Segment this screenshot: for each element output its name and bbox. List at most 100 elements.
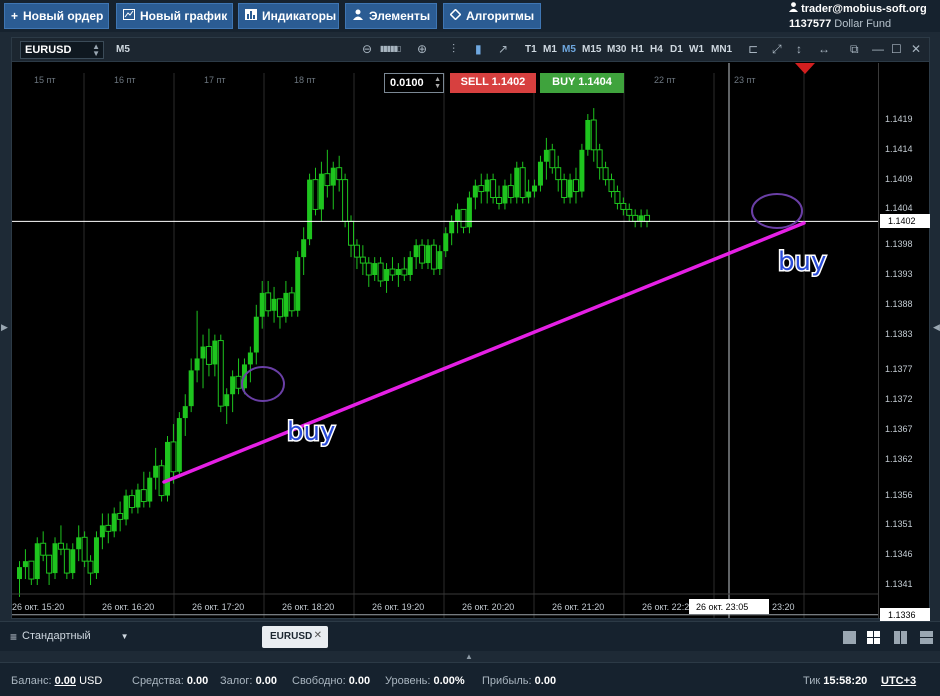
- tab-eurusd[interactable]: EURUSD ✕: [262, 626, 328, 648]
- candle: [389, 257, 396, 281]
- timeframe-label: M5: [116, 44, 130, 55]
- maximize-icon[interactable]: ☐: [891, 42, 902, 56]
- candle: [235, 358, 242, 395]
- indicator-settings-icon[interactable]: ⊏: [748, 42, 758, 56]
- timeframe-mn1[interactable]: MN1: [711, 44, 732, 55]
- timeframe-m30[interactable]: M30: [607, 44, 626, 55]
- timeframe-m1[interactable]: M1: [543, 44, 557, 55]
- candle: [365, 257, 372, 287]
- algorithms-button[interactable]: Алгоритмы: [443, 3, 541, 29]
- highlight-circle: [751, 193, 803, 229]
- layout-grid-icon[interactable]: [867, 631, 880, 644]
- sell-button[interactable]: SELL 1.1402: [450, 73, 536, 93]
- candle-body: [466, 197, 472, 228]
- close-tab-icon[interactable]: ✕: [314, 630, 322, 641]
- candle: [52, 537, 58, 580]
- collapse-panel-icon[interactable]: ▲: [465, 652, 475, 661]
- price-chart[interactable]: 15 пт 16 пт 17 пт 18 пт 22 пт 23 пт buy buy 26 о…: [12, 63, 878, 618]
- candle-body: [567, 179, 573, 198]
- candle-body: [472, 185, 478, 198]
- candle: [425, 239, 431, 270]
- candle-body: [507, 185, 514, 198]
- timeframe-h4[interactable]: H4: [650, 44, 663, 55]
- candle: [81, 531, 88, 568]
- layout-columns-icon[interactable]: [894, 631, 907, 644]
- price-axis[interactable]: 1.1419 1.1414 1.1409 1.1404 1.1398 1.1393 1.13…: [878, 63, 930, 622]
- left-panel-toggle-icon[interactable]: ▶: [1, 322, 8, 333]
- candle-body: [301, 239, 307, 258]
- timeframe-d1[interactable]: D1: [670, 44, 683, 55]
- candle: [372, 257, 378, 281]
- candle: [490, 173, 497, 204]
- candle: [170, 424, 177, 484]
- elements-button[interactable]: Элементы: [345, 3, 437, 29]
- lot-size-input[interactable]: 0.0100 ▲ ▼: [384, 73, 444, 93]
- new-chart-button[interactable]: Новый график: [116, 3, 233, 29]
- bar-type-icon[interactable]: ⫶: [452, 42, 455, 57]
- candlestick-type-icon[interactable]: ▮: [475, 42, 482, 56]
- candle: [288, 286, 295, 317]
- candle: [384, 263, 390, 293]
- zoom-out-icon[interactable]: ⊖: [362, 42, 372, 56]
- candle: [519, 161, 526, 204]
- timeframe-w1[interactable]: W1: [689, 44, 704, 55]
- time-label: 26 окт. 18:20: [282, 602, 334, 612]
- candle: [312, 167, 319, 216]
- minimize-icon[interactable]: —: [872, 42, 884, 56]
- candle-body: [455, 209, 461, 222]
- chevron-down-icon: ▼: [120, 632, 129, 641]
- timezone-select[interactable]: UTC+3: [881, 675, 916, 687]
- candle-body: [437, 251, 443, 270]
- vertical-scale-icon[interactable]: ↕: [796, 42, 802, 56]
- line-type-icon[interactable]: ↗: [498, 42, 508, 56]
- candle: [585, 114, 591, 156]
- free-margin-value: 0.00: [348, 675, 371, 687]
- layout-single-icon[interactable]: [843, 631, 856, 644]
- buy-button[interactable]: BUY 1.1404: [540, 73, 624, 93]
- timeframe-t1[interactable]: T1: [525, 44, 537, 55]
- sell-price: 1.1402: [491, 76, 526, 88]
- candle-body: [496, 197, 503, 204]
- candle-body: [194, 358, 200, 371]
- candle-body: [22, 561, 28, 568]
- new-order-button[interactable]: + Новый ордер: [4, 3, 109, 29]
- price-label: 1.1372: [885, 394, 913, 405]
- candle-body: [128, 495, 135, 509]
- candle-body: [111, 513, 117, 532]
- price-label: 1.1362: [885, 453, 913, 464]
- indicators-label: Индикаторы: [262, 9, 337, 23]
- zoom-in-icon[interactable]: ⊕: [417, 42, 427, 56]
- day-label: 18 пт: [294, 75, 316, 85]
- layout-rows-icon[interactable]: [920, 631, 933, 644]
- indicators-button[interactable]: Индикаторы: [238, 3, 339, 29]
- symbol-select[interactable]: EURUSD ▲ ▼: [20, 41, 104, 59]
- horizontal-scale-icon[interactable]: ↔: [818, 42, 830, 56]
- candle: [638, 209, 644, 228]
- candle-body: [585, 120, 591, 150]
- template-select[interactable]: Стандартный ▼: [22, 630, 129, 642]
- candle: [626, 203, 633, 222]
- detach-window-icon[interactable]: ⧉: [850, 42, 859, 57]
- candle: [324, 149, 331, 198]
- margin-level-value: 0.00%: [433, 675, 465, 687]
- fit-chart-icon[interactable]: ⤢: [772, 42, 782, 57]
- timeframe-h1[interactable]: H1: [631, 44, 644, 55]
- account-info[interactable]: trader@mobius-soft.org 1137577 Dollar Fu…: [789, 2, 934, 30]
- fund-name: Dollar Fund: [834, 18, 892, 30]
- zoom-slider[interactable]: ▮▮▮▮▮▯: [380, 44, 401, 53]
- candle: [377, 257, 384, 287]
- close-icon[interactable]: ✕: [911, 42, 921, 56]
- candle: [579, 143, 585, 198]
- right-panel-toggle-icon[interactable]: ◀: [933, 322, 940, 333]
- current-price-box: 1.1402: [880, 214, 930, 229]
- candle-body: [176, 418, 182, 472]
- menu-icon[interactable]: ≡: [10, 630, 17, 644]
- price-label: 1.1419: [885, 114, 913, 124]
- trend-line: [162, 221, 806, 484]
- candle-body: [572, 179, 579, 193]
- timeframe-m5[interactable]: M5: [562, 44, 576, 55]
- day-label: 17 пт: [204, 75, 226, 85]
- timeframe-m15[interactable]: M15: [582, 44, 601, 55]
- candle: [632, 209, 639, 228]
- price-label: 1.1341: [885, 579, 913, 589]
